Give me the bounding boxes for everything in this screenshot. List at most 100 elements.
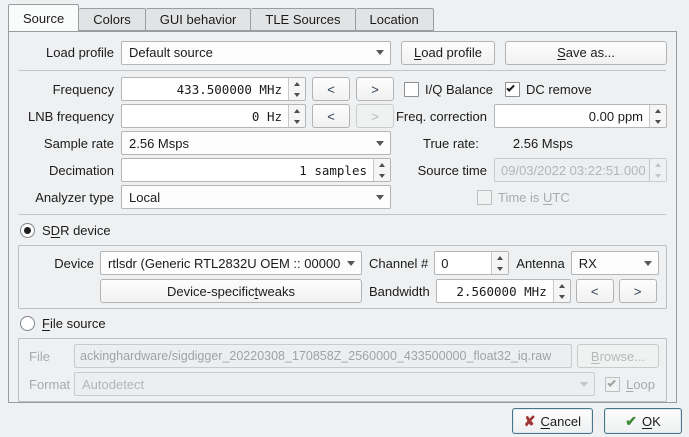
spin-buttons[interactable] <box>373 159 390 181</box>
channel-spinbox[interactable]: 0 <box>434 251 509 275</box>
bandwidth-row: Device-specific tweaks Bandwidth 2.56000… <box>26 279 659 303</box>
spin-down-icon[interactable] <box>374 170 390 181</box>
tab-source[interactable]: Source <box>8 4 79 32</box>
spin-buttons[interactable] <box>649 105 666 127</box>
spin-up-icon[interactable] <box>374 159 390 170</box>
lnb-frequency-value: 0 Hz <box>122 105 288 127</box>
spin-up-icon[interactable] <box>289 105 305 116</box>
lnb-frequency-label: LNB frequency <box>18 109 121 124</box>
time-is-utc-label: Time is UTC <box>498 190 570 205</box>
tab-location[interactable]: Location <box>356 8 434 31</box>
decimation-label: Decimation <box>18 163 121 178</box>
lnb-row: LNB frequency 0 Hz < > Freq. correction … <box>18 104 667 128</box>
lnb-step-up-button: > <box>356 104 394 128</box>
checkbox-box <box>477 190 492 205</box>
format-row: Format Autodetect Loop <box>26 372 659 396</box>
sample-rate-label: Sample rate <box>18 136 121 151</box>
frequency-step-up-button[interactable]: > <box>356 77 394 101</box>
combo-arrow-icon <box>341 261 361 266</box>
antenna-value: RX <box>579 256 638 271</box>
source-time-value: 09/03/2022 03:22:51.000 <box>495 159 649 181</box>
bandwidth-label: Bandwidth <box>362 284 436 299</box>
sample-rate-combo[interactable]: 2.56 Msps <box>121 131 391 155</box>
spin-down-icon[interactable] <box>289 89 305 100</box>
device-value: rtlsdr (Generic RTL2832U OEM :: 00000001… <box>108 256 341 271</box>
separator <box>19 70 666 71</box>
spin-up-icon <box>650 159 666 170</box>
spin-up-icon[interactable] <box>289 78 305 89</box>
frequency-spinbox[interactable]: 433.500000 MHz <box>121 77 306 101</box>
checkbox-box[interactable] <box>505 82 520 97</box>
device-specific-tweaks-button[interactable]: Device-specific tweaks <box>100 279 362 303</box>
spin-down-icon[interactable] <box>650 116 666 127</box>
checkbox-box[interactable] <box>404 82 419 97</box>
ok-check-icon: ✔ <box>625 413 637 430</box>
true-rate-value: 2.56 Msps <box>513 136 573 151</box>
bandwidth-step-down-button[interactable]: < <box>576 279 614 303</box>
file-source-label: File source <box>42 316 106 331</box>
tab-bar: Source Colors GUI behavior TLE Sources L… <box>8 4 434 31</box>
analyzer-type-combo[interactable]: Local <box>121 185 391 209</box>
spin-buttons[interactable] <box>288 105 305 127</box>
spin-up-icon[interactable] <box>650 105 666 116</box>
radio-button[interactable] <box>20 316 35 331</box>
sdr-device-frame: Device rtlsdr (Generic RTL2832U OEM :: 0… <box>18 245 667 309</box>
spin-down-icon[interactable] <box>289 116 305 127</box>
device-combo[interactable]: rtlsdr (Generic RTL2832U OEM :: 00000001… <box>100 251 362 275</box>
analyzer-type-label: Analyzer type <box>18 190 121 205</box>
device-label: Device <box>26 256 100 271</box>
tab-tle-sources[interactable]: TLE Sources <box>251 8 355 31</box>
format-combo: Autodetect <box>74 372 595 396</box>
dc-remove-checkbox[interactable]: DC remove <box>505 82 592 97</box>
source-time-label: Source time <box>391 163 494 178</box>
tab-gui-behavior[interactable]: GUI behavior <box>146 8 252 31</box>
check-icon <box>607 378 615 386</box>
combo-arrow-icon <box>574 382 594 387</box>
spin-buttons[interactable] <box>553 280 570 302</box>
profile-combo[interactable]: Default source <box>121 41 391 65</box>
radio-dot-icon <box>24 227 31 234</box>
save-as-button[interactable]: Save as... <box>505 41 667 65</box>
spin-up-icon[interactable] <box>492 252 508 263</box>
ok-button-label: OK <box>642 414 661 429</box>
bandwidth-spinbox[interactable]: 2.560000 MHz <box>436 279 571 303</box>
iq-balance-checkbox[interactable]: I/Q Balance <box>404 82 493 97</box>
cancel-button[interactable]: ✘ Cancel <box>512 408 593 434</box>
sample-rate-value: 2.56 Msps <box>129 136 370 151</box>
lnb-frequency-spinbox[interactable]: 0 Hz <box>121 104 306 128</box>
separator <box>19 214 666 215</box>
spin-buttons[interactable] <box>288 78 305 100</box>
spin-down-icon[interactable] <box>554 291 570 302</box>
combo-arrow-icon <box>370 50 390 55</box>
tab-colors[interactable]: Colors <box>79 8 146 31</box>
frequency-label: Frequency <box>18 82 121 97</box>
source-tab-pane: Load profile Default source Load profile… <box>8 31 677 403</box>
ok-button[interactable]: ✔ OK <box>604 408 682 434</box>
bandwidth-step-up-button[interactable]: > <box>619 279 657 303</box>
iq-balance-label: I/Q Balance <box>425 82 493 97</box>
format-label: Format <box>26 377 74 392</box>
browse-button: Browse... <box>577 344 659 368</box>
loop-label: Loop <box>626 377 655 392</box>
spin-up-icon[interactable] <box>554 280 570 291</box>
frequency-value: 433.500000 MHz <box>122 78 288 100</box>
lnb-step-down-button[interactable]: < <box>312 104 350 128</box>
sdr-device-radio[interactable]: SDR device <box>20 221 667 240</box>
frequency-step-down-button[interactable]: < <box>312 77 350 101</box>
spin-down-icon[interactable] <box>492 263 508 274</box>
bandwidth-value: 2.560000 MHz <box>437 280 553 302</box>
format-value: Autodetect <box>82 377 574 392</box>
device-row: Device rtlsdr (Generic RTL2832U OEM :: 0… <box>26 251 659 275</box>
spin-buttons[interactable] <box>491 252 508 274</box>
file-row: File ackinghardware/sigdigger_20220308_1… <box>26 344 659 368</box>
loop-checkbox: Loop <box>605 377 655 392</box>
load-profile-button[interactable]: Load profile <box>401 41 495 65</box>
decimation-spinbox[interactable]: 1 samples <box>121 158 391 182</box>
file-source-radio[interactable]: File source <box>20 314 667 333</box>
spin-buttons <box>649 159 666 181</box>
radio-button[interactable] <box>20 223 35 238</box>
analyzer-type-value: Local <box>129 190 370 205</box>
time-is-utc-checkbox: Time is UTC <box>477 190 570 205</box>
antenna-combo[interactable]: RX <box>571 251 659 275</box>
freq-correction-spinbox[interactable]: 0.00 ppm <box>494 104 667 128</box>
